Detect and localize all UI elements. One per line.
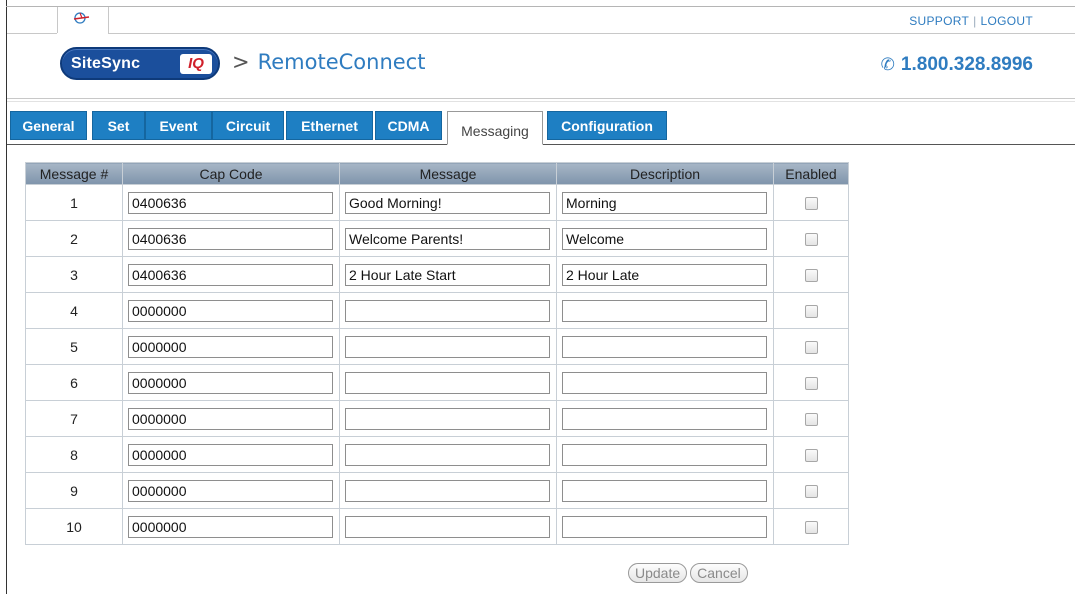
- description-input[interactable]: [562, 407, 767, 430]
- support-link[interactable]: SUPPORT: [909, 14, 969, 28]
- breadcrumb: > RemoteConnect: [232, 50, 425, 74]
- description-input[interactable]: [562, 299, 767, 322]
- description-input[interactable]: [562, 335, 767, 358]
- enabled-checkbox[interactable]: [804, 413, 818, 427]
- enabled-checkbox[interactable]: [804, 197, 818, 211]
- message-input[interactable]: [345, 371, 550, 394]
- description-input[interactable]: [562, 263, 767, 286]
- header-divider: [7, 98, 1075, 99]
- header-message-number: Message #: [25, 162, 123, 185]
- message-input[interactable]: [345, 443, 550, 466]
- cap-code-input[interactable]: [128, 191, 333, 214]
- top-links: SUPPORT | LOGOUT: [909, 14, 1033, 28]
- header-cap-code: Cap Code: [122, 162, 340, 185]
- phone-icon: ✆: [880, 55, 895, 74]
- message-input[interactable]: [345, 335, 550, 358]
- logout-link[interactable]: LOGOUT: [981, 14, 1033, 28]
- enabled-checkbox[interactable]: [804, 485, 818, 499]
- table-row: 9: [25, 472, 849, 509]
- row-number: 7: [25, 400, 123, 437]
- table-row: 1: [25, 184, 849, 221]
- message-input[interactable]: [345, 479, 550, 502]
- description-input[interactable]: [562, 515, 767, 538]
- cancel-button[interactable]: Cancel: [690, 563, 748, 583]
- table-row: 2: [25, 220, 849, 257]
- tab-ethernet[interactable]: Ethernet: [286, 111, 373, 140]
- window-left-border: [6, 0, 7, 594]
- cap-code-input[interactable]: [128, 299, 333, 322]
- message-input[interactable]: [345, 191, 550, 214]
- message-input[interactable]: [345, 227, 550, 250]
- cap-code-input[interactable]: [128, 371, 333, 394]
- row-number: 1: [25, 184, 123, 221]
- enabled-checkbox[interactable]: [804, 233, 818, 247]
- tab-cdma[interactable]: CDMA: [375, 111, 442, 140]
- table-row: 7: [25, 400, 849, 437]
- phone-number: 1.800.328.8996: [900, 54, 1033, 75]
- message-input[interactable]: [345, 515, 550, 538]
- row-number: 10: [25, 508, 123, 545]
- tab-circuit[interactable]: Circuit: [212, 111, 284, 140]
- enabled-checkbox[interactable]: [804, 341, 818, 355]
- table-row: 10: [25, 508, 849, 545]
- app-title: RemoteConnect: [257, 50, 426, 74]
- breadcrumb-separator: >: [232, 50, 250, 74]
- tab-set[interactable]: Set: [92, 111, 145, 140]
- tab-event[interactable]: Event: [145, 111, 212, 140]
- site-favicon-icon: [73, 10, 91, 29]
- logo-text: SiteSync: [71, 55, 141, 72]
- update-button[interactable]: Update: [628, 563, 688, 583]
- description-input[interactable]: [562, 227, 767, 250]
- row-number: 9: [25, 472, 123, 509]
- cap-code-input[interactable]: [128, 479, 333, 502]
- message-input[interactable]: [345, 299, 550, 322]
- cap-code-input[interactable]: [128, 227, 333, 250]
- browser-tab[interactable]: [57, 7, 109, 33]
- sitesync-logo: SiteSync IQ: [60, 47, 220, 80]
- enabled-checkbox[interactable]: [804, 269, 818, 283]
- description-input[interactable]: [562, 191, 767, 214]
- table-row: 5: [25, 328, 849, 365]
- logo-iq-badge: IQ: [180, 54, 212, 74]
- header-message: Message: [339, 162, 557, 185]
- message-input[interactable]: [345, 407, 550, 430]
- table-header-row: Message # Cap Code Message Description E…: [25, 162, 849, 185]
- row-number: 3: [25, 256, 123, 293]
- table-row: 3: [25, 256, 849, 293]
- row-number: 8: [25, 436, 123, 473]
- messages-table: Message # Cap Code Message Description E…: [25, 162, 849, 545]
- cap-code-input[interactable]: [128, 263, 333, 286]
- enabled-checkbox[interactable]: [804, 377, 818, 391]
- description-input[interactable]: [562, 443, 767, 466]
- enabled-checkbox[interactable]: [804, 449, 818, 463]
- table-row: 6: [25, 364, 849, 401]
- message-input[interactable]: [345, 263, 550, 286]
- row-number: 2: [25, 220, 123, 257]
- enabled-checkbox[interactable]: [804, 305, 818, 319]
- description-input[interactable]: [562, 479, 767, 502]
- tab-general[interactable]: General: [10, 111, 87, 140]
- tab-bar: General Set Event Circuit Ethernet CDMA …: [10, 111, 1075, 145]
- table-row: 4: [25, 292, 849, 329]
- description-input[interactable]: [562, 371, 767, 394]
- row-number: 4: [25, 292, 123, 329]
- row-number: 6: [25, 364, 123, 401]
- table-row: 8: [25, 436, 849, 473]
- tab-configuration[interactable]: Configuration: [547, 111, 667, 140]
- form-actions: Update Cancel: [628, 563, 751, 583]
- cap-code-input[interactable]: [128, 443, 333, 466]
- link-separator: |: [973, 14, 977, 28]
- cap-code-input[interactable]: [128, 407, 333, 430]
- tab-messaging[interactable]: Messaging: [447, 111, 543, 145]
- support-phone: ✆ 1.800.328.8996: [881, 54, 1033, 76]
- header-enabled: Enabled: [773, 162, 849, 185]
- cap-code-input[interactable]: [128, 335, 333, 358]
- row-number: 5: [25, 328, 123, 365]
- enabled-checkbox[interactable]: [804, 521, 818, 535]
- cap-code-input[interactable]: [128, 515, 333, 538]
- header-description: Description: [556, 162, 774, 185]
